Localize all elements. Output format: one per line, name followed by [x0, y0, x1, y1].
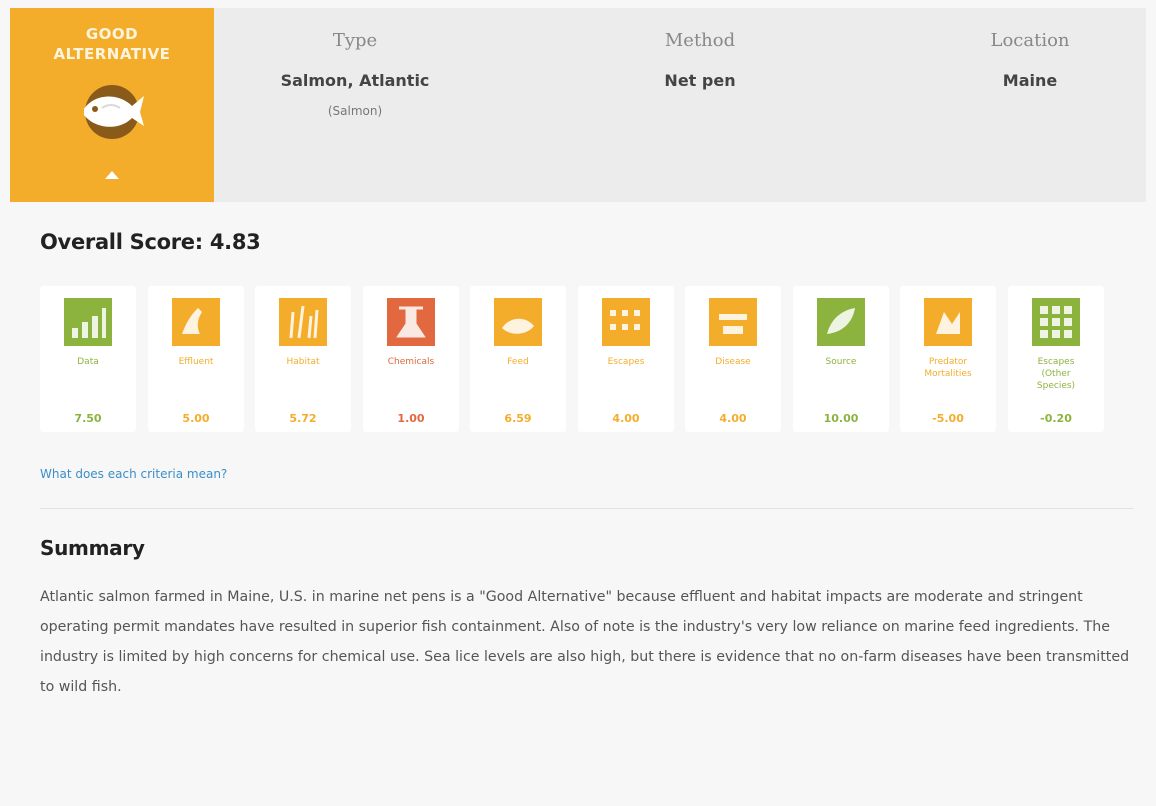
chemicals-icon — [387, 298, 435, 346]
criteria-name: Effluent — [178, 357, 214, 367]
criteria-score: 4.00 — [612, 412, 640, 425]
caret-up-icon[interactable] — [104, 170, 120, 180]
criteria-score: 5.00 — [182, 412, 210, 425]
overall-score: Overall Score: 4.83 — [40, 230, 261, 254]
method-value: Net pen — [664, 71, 736, 90]
criteria-card[interactable]: Feed 6.59 — [470, 286, 566, 432]
criteria-name: Source — [825, 357, 857, 367]
fish-icon — [84, 85, 144, 139]
type-heading: Type — [332, 30, 378, 51]
source-icon — [817, 298, 865, 346]
criteria-card[interactable]: Predator Mortalities -5.00 — [900, 286, 996, 432]
criteria-card[interactable]: Source 10.00 — [793, 286, 889, 432]
criteria-name: Escapes (Other Species) — [1036, 357, 1076, 391]
criteria-name: Predator Mortalities — [924, 357, 972, 379]
criteria-list: Data 7.50 Effluent 5.00 Habitat 5.72 Chemicals… — [40, 286, 1120, 436]
divider — [40, 508, 1134, 509]
criteria-card[interactable]: Disease 4.00 — [685, 286, 781, 432]
location-value: Maine — [1002, 71, 1058, 90]
page: GOOD ALTERNATIVE Type Salmon, Atlantic (… — [0, 0, 1156, 806]
rating-label: GOOD ALTERNATIVE — [53, 25, 171, 63]
predator-icon — [924, 298, 972, 346]
method-heading: Method — [664, 30, 736, 51]
criteria-card[interactable]: Escapes (Other Species) -0.20 — [1008, 286, 1104, 432]
habitat-icon — [279, 298, 327, 346]
criteria-score: -0.20 — [1040, 412, 1072, 425]
criteria-card[interactable]: Data 7.50 — [40, 286, 136, 432]
bar-chart-icon — [64, 298, 112, 346]
effluent-icon — [172, 298, 220, 346]
criteria-score: 10.00 — [823, 412, 859, 425]
summary-title: Summary — [40, 536, 145, 560]
criteria-card[interactable]: Chemicals 1.00 — [363, 286, 459, 432]
criteria-card[interactable]: Effluent 5.00 — [148, 286, 244, 432]
criteria-score: 7.50 — [74, 412, 102, 425]
criteria-card[interactable]: Habitat 5.72 — [255, 286, 351, 432]
criteria-name: Feed — [507, 357, 529, 367]
type-value: Salmon, Atlantic — [280, 71, 430, 90]
criteria-name: Escapes — [607, 357, 645, 367]
rating-badge[interactable]: GOOD ALTERNATIVE — [10, 8, 214, 202]
summary-text: Atlantic salmon farmed in Maine, U.S. in… — [40, 589, 1130, 695]
criteria-help-link[interactable]: What does each criteria mean? — [40, 467, 227, 481]
criteria-name: Chemicals — [387, 357, 435, 367]
criteria-score: 1.00 — [397, 412, 425, 425]
method-column: Method Net pen — [585, 30, 815, 90]
location-heading: Location — [990, 30, 1070, 51]
criteria-score: 6.59 — [504, 412, 532, 425]
disease-icon — [709, 298, 757, 346]
feed-icon — [494, 298, 542, 346]
criteria-name: Disease — [715, 357, 751, 367]
type-subvalue: (Salmon) — [327, 104, 383, 118]
criteria-name: Data — [77, 357, 99, 367]
type-column: Type Salmon, Atlantic (Salmon) — [240, 30, 470, 118]
location-column: Location Maine — [915, 30, 1145, 90]
criteria-score: 4.00 — [719, 412, 747, 425]
criteria-name: Habitat — [286, 357, 320, 367]
escapes-icon — [602, 298, 650, 346]
seafood-header: GOOD ALTERNATIVE Type Salmon, Atlantic (… — [10, 8, 1146, 202]
escapes-other-species-icon — [1032, 298, 1080, 346]
criteria-card[interactable]: Escapes 4.00 — [578, 286, 674, 432]
criteria-score: -5.00 — [932, 412, 964, 425]
criteria-score: 5.72 — [289, 412, 317, 425]
